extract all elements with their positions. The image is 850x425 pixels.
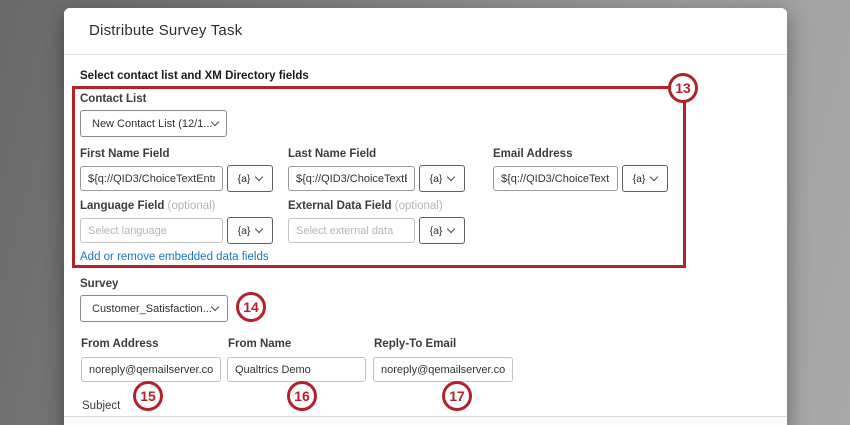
locale-a-label: {a} [633,173,646,185]
dialog-header: Distribute Survey Task [64,8,787,55]
survey-label: Survey [80,278,118,290]
first-name-label: First Name Field [80,148,169,160]
callout-14-number: 14 [243,299,259,315]
first-name-input[interactable] [80,166,223,191]
language-locale-button[interactable]: {a} [227,217,273,244]
chevron-down-icon [211,303,219,311]
contact-list-select[interactable]: New Contact List (12/1... [80,110,227,137]
reply-to-email-input[interactable] [373,357,513,382]
survey-select[interactable]: Customer_Satisfaction... [80,295,228,322]
locale-a-label: {a} [238,225,251,237]
reply-to-email-label: Reply-To Email [374,338,456,350]
last-name-label: Last Name Field [288,148,376,160]
dialog-title: Distribute Survey Task [89,22,242,39]
callout-17: 17 [442,381,472,411]
section-heading: Select contact list and XM Directory fie… [80,70,309,82]
callout-13: 13 [668,73,698,103]
callout-14: 14 [236,292,266,322]
callout-16-number: 16 [294,388,310,404]
survey-value: Customer_Satisfaction... [92,303,212,315]
external-data-field-label: External Data Field (optional) [288,200,443,212]
subject-label: Subject [82,400,120,412]
locale-a-label: {a} [430,173,443,185]
from-address-input[interactable] [81,357,221,382]
last-name-input[interactable] [288,166,415,191]
from-address-label: From Address [81,338,159,350]
external-data-optional-text: (optional) [395,200,443,212]
callout-17-number: 17 [449,388,465,404]
callout-15: 15 [133,381,163,411]
chevron-down-icon [211,118,219,126]
distribute-survey-task-dialog: Distribute Survey Task Select contact li… [64,8,787,425]
subject-editor-area[interactable] [64,416,787,425]
chevron-down-icon [255,173,263,181]
external-data-label-text: External Data Field [288,200,392,212]
first-name-locale-button[interactable]: {a} [227,165,273,192]
last-name-locale-button[interactable]: {a} [419,165,465,192]
chevron-down-icon [255,225,263,233]
chevron-down-icon [650,173,658,181]
from-name-input[interactable] [227,357,366,382]
locale-a-label: {a} [238,173,251,185]
chevron-down-icon [447,225,455,233]
locale-a-label: {a} [430,225,443,237]
email-locale-button[interactable]: {a} [622,165,668,192]
language-field-label: Language Field (optional) [80,200,216,212]
external-data-locale-button[interactable]: {a} [419,217,465,244]
add-remove-embedded-data-link[interactable]: Add or remove embedded data fields [80,251,269,263]
language-label-text: Language Field [80,200,164,212]
language-optional-text: (optional) [168,200,216,212]
callout-15-number: 15 [140,388,156,404]
email-address-input[interactable] [493,166,618,191]
contact-list-value: New Contact List (12/1... [92,118,212,130]
chevron-down-icon [447,173,455,181]
page-background: Distribute Survey Task Select contact li… [0,0,850,425]
contact-list-label: Contact List [80,93,146,105]
callout-13-number: 13 [675,80,691,96]
email-address-label: Email Address [493,148,572,160]
language-input[interactable] [80,218,223,243]
from-name-label: From Name [228,338,291,350]
callout-16: 16 [287,381,317,411]
external-data-input[interactable] [288,218,415,243]
